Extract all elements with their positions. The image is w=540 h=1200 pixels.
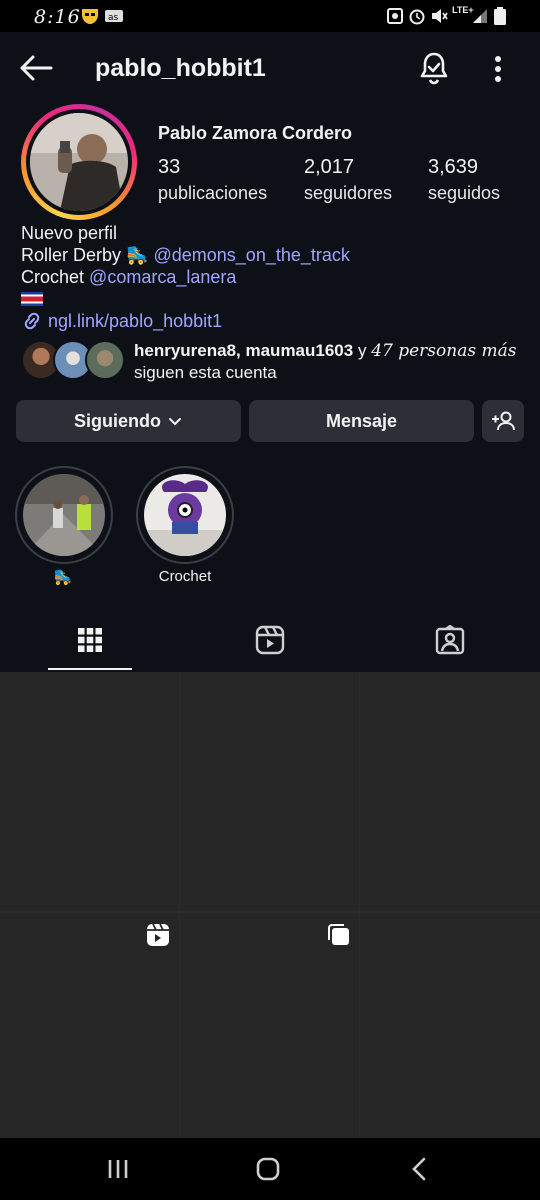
costa-rica-flag-icon — [21, 292, 43, 306]
recycle-icon — [387, 8, 403, 24]
arrow-left-icon[interactable] — [18, 52, 54, 84]
followed-by-suffix: siguen esta cuenta — [134, 363, 277, 382]
followed-by-names: henryurena8, maumau1603 — [134, 341, 354, 360]
profile-link[interactable]: ngl.link/pablo_hobbit1 — [21, 310, 222, 332]
reel-icon — [147, 923, 169, 946]
highlight-cover — [23, 474, 105, 556]
following-button[interactable]: Siguiendo — [16, 400, 241, 442]
mutual-followers-avatars[interactable] — [21, 340, 125, 380]
highlight-crochet[interactable] — [136, 466, 234, 564]
mention-demons-on-the-track[interactable]: @demons_on_the_track — [153, 245, 349, 265]
bio-line-1: Nuevo perfil — [21, 223, 118, 243]
mention-comarca-lanera[interactable]: @comarca_lanera — [89, 267, 236, 287]
chevron-down-icon — [169, 418, 181, 426]
bio-crochet: Crochet — [21, 267, 85, 287]
profile-header: pablo_hobbit1 — [0, 32, 540, 106]
grid-post[interactable] — [180, 672, 359, 911]
add-user-icon — [492, 411, 515, 431]
network-type: LTE+ — [452, 5, 474, 15]
signal-icon — [473, 9, 487, 23]
profile-link-text: ngl.link/pablo_hobbit1 — [48, 310, 223, 331]
profile-tabs — [0, 610, 540, 672]
back-icon[interactable] — [408, 1156, 432, 1182]
profile-username: pablo_hobbit1 — [95, 54, 266, 82]
bio-line-2: Roller Derby 🛼 @demons_on_the_track — [21, 244, 350, 266]
mute-icon — [432, 9, 448, 23]
battery-icon — [494, 7, 506, 25]
grid-post[interactable] — [360, 672, 540, 911]
message-button[interactable]: Mensaje — [249, 400, 474, 442]
status-bar: 8:16 as LTE+ — [0, 0, 540, 32]
link-icon — [24, 312, 40, 330]
grid-post[interactable] — [0, 672, 179, 911]
grid-post[interactable] — [360, 913, 540, 1138]
recent-apps-icon[interactable] — [106, 1156, 130, 1182]
highlight-label-roller: 🛼 — [53, 569, 73, 586]
stat-following-label: seguidos — [428, 183, 501, 203]
message-button-label: Mensaje — [325, 410, 398, 431]
follower-avatar — [85, 340, 125, 380]
svg-text:as: as — [108, 13, 119, 23]
tagged-icon — [435, 625, 465, 655]
highlight-cover — [144, 474, 226, 556]
bio-line-3: Crochet @comarca_lanera — [21, 266, 236, 288]
profile-full-name: Pablo Zamora Cordero — [158, 123, 353, 143]
followed-by-connector: y — [357, 341, 367, 360]
followed-by-text[interactable]: henryurena8, maumau1603 y 47 personas má… — [134, 340, 524, 384]
add-user-button[interactable] — [482, 400, 524, 442]
followed-by-others: 47 personas más — [371, 341, 517, 361]
tab-reels[interactable] — [180, 610, 360, 670]
grid-post[interactable] — [180, 913, 359, 1138]
stat-posts-value: 33 — [158, 156, 181, 178]
roller-skate-emoji: 🛼 — [126, 245, 149, 265]
bell-icon[interactable] — [416, 50, 452, 86]
tab-active-indicator — [48, 668, 132, 670]
stat-followers-value: 2,017 — [304, 156, 355, 178]
status-time: 8:16 — [34, 6, 81, 28]
stat-posts[interactable]: 33 publicaciones — [158, 156, 267, 204]
grid-icon — [78, 628, 102, 652]
grid-post[interactable] — [0, 913, 179, 1138]
stat-followers[interactable]: 2,017 seguidores — [304, 156, 392, 204]
more-vertical-icon[interactable] — [486, 52, 510, 86]
highlight-label-crochet: Crochet — [158, 568, 212, 585]
posts-grid — [0, 672, 540, 1138]
highlight-roller-derby[interactable] — [15, 466, 113, 564]
gallery-notification-icon: as — [105, 10, 123, 23]
system-nav-bar — [0, 1138, 540, 1200]
stat-followers-label: seguidores — [304, 183, 393, 203]
stat-following[interactable]: 3,639 seguidos — [428, 156, 500, 204]
home-icon[interactable] — [256, 1156, 280, 1182]
avatar[interactable] — [21, 104, 137, 220]
app-notification-icon — [82, 9, 98, 24]
reels-icon — [255, 625, 285, 655]
alarm-icon — [409, 9, 425, 25]
tab-tagged[interactable] — [360, 610, 540, 670]
stat-following-value: 3,639 — [428, 156, 479, 178]
stat-posts-label: publicaciones — [158, 183, 268, 203]
bio-roller-derby: Roller Derby — [21, 245, 122, 265]
avatar-photo — [30, 113, 128, 211]
following-button-label: Siguiendo — [74, 410, 161, 431]
carousel-icon — [328, 924, 349, 945]
tab-grid[interactable] — [0, 610, 180, 670]
